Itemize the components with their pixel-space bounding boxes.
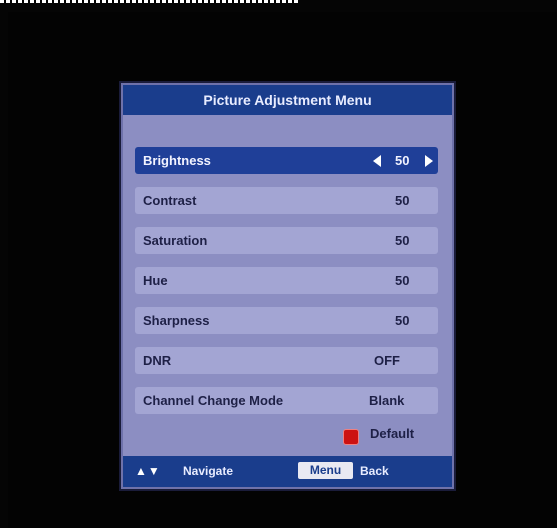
top-strip-dash xyxy=(162,0,166,3)
up-down-arrows-icon: ▲▼ xyxy=(135,464,161,478)
top-strip-dash xyxy=(150,0,154,3)
top-strip-dash xyxy=(36,0,40,3)
top-strip-dash xyxy=(240,0,244,3)
top-strip-dash xyxy=(228,0,232,3)
top-strip-dash xyxy=(270,0,274,3)
dnr-label: DNR xyxy=(143,353,172,368)
top-strip-dash xyxy=(282,0,286,3)
right-arrow-icon[interactable] xyxy=(425,155,433,167)
top-strip-dash xyxy=(78,0,82,3)
tv-screen: Picture Adjustment Menu Brightness 50 Co… xyxy=(8,12,557,528)
top-strip-dash xyxy=(222,0,226,3)
menu-title: Picture Adjustment Menu xyxy=(123,85,452,115)
top-strip-dash xyxy=(234,0,238,3)
default-label: Default xyxy=(370,426,415,441)
top-strip-dash xyxy=(258,0,262,3)
top-strip-dash xyxy=(114,0,118,3)
top-strip-dash xyxy=(96,0,100,3)
top-strip-dash xyxy=(90,0,94,3)
top-strip-dash xyxy=(288,0,292,3)
channel-change-mode-value: Blank xyxy=(369,393,405,408)
top-strip-dash xyxy=(204,0,208,3)
top-strip-dash xyxy=(120,0,124,3)
top-strip-dash xyxy=(60,0,64,3)
top-strip-dash xyxy=(72,0,76,3)
back-label: Back xyxy=(360,464,389,478)
brightness-label: Brightness xyxy=(143,153,211,168)
picture-adjustment-panel: Picture Adjustment Menu Brightness 50 Co… xyxy=(121,83,454,489)
saturation-label: Saturation xyxy=(143,233,208,248)
top-strip-dash xyxy=(102,0,106,3)
saturation-value: 50 xyxy=(395,233,410,248)
navigate-label: Navigate xyxy=(183,464,234,478)
hue-label: Hue xyxy=(143,273,168,288)
top-strip-dash xyxy=(132,0,136,3)
top-strip-dash xyxy=(264,0,268,3)
menu-row-hue[interactable]: Hue 50 xyxy=(135,267,438,294)
menu-row-channel-change-mode[interactable]: Channel Change Mode Blank xyxy=(135,387,438,414)
default-red-button-icon[interactable] xyxy=(343,429,359,445)
top-strip-dash xyxy=(192,0,196,3)
menu-row-dnr[interactable]: DNR OFF xyxy=(135,347,438,374)
channel-change-mode-label: Channel Change Mode xyxy=(143,393,284,408)
menu-footer: ▲▼ Navigate Menu Back xyxy=(123,456,452,487)
sharpness-value: 50 xyxy=(395,313,410,328)
top-strip-dash xyxy=(12,0,16,3)
top-strip-dash xyxy=(24,0,28,3)
contrast-label: Contrast xyxy=(143,193,197,208)
top-strip-dash xyxy=(276,0,280,3)
top-strip-dash xyxy=(180,0,184,3)
top-strip-dash xyxy=(48,0,52,3)
top-strip-dash xyxy=(126,0,130,3)
top-strip-dash xyxy=(186,0,190,3)
top-strip-dash xyxy=(156,0,160,3)
top-strip-dash xyxy=(84,0,88,3)
dnr-value: OFF xyxy=(374,353,400,368)
menu-row-sharpness[interactable]: Sharpness 50 xyxy=(135,307,438,334)
top-strip-dash xyxy=(18,0,22,3)
top-strip-dash xyxy=(138,0,142,3)
top-strip-dash xyxy=(42,0,46,3)
menu-row-brightness[interactable]: Brightness 50 xyxy=(135,147,438,174)
top-strip-dash xyxy=(246,0,250,3)
brightness-value: 50 xyxy=(395,153,410,168)
top-strip-dash xyxy=(108,0,112,3)
contrast-value: 50 xyxy=(395,193,410,208)
top-strip-dash xyxy=(252,0,256,3)
left-arrow-icon[interactable] xyxy=(373,155,381,167)
top-strip-dash xyxy=(66,0,70,3)
top-strip-dash xyxy=(174,0,178,3)
top-strip-dash xyxy=(168,0,172,3)
sharpness-label: Sharpness xyxy=(143,313,210,328)
top-strip-dash xyxy=(0,0,4,3)
top-strip-dash xyxy=(30,0,34,3)
top-strip-dash xyxy=(54,0,58,3)
top-strip-dash xyxy=(216,0,220,3)
top-strip-dash xyxy=(198,0,202,3)
menu-row-contrast[interactable]: Contrast 50 xyxy=(135,187,438,214)
hue-value: 50 xyxy=(395,273,410,288)
menu-row-saturation[interactable]: Saturation 50 xyxy=(135,227,438,254)
top-strip-dash xyxy=(144,0,148,3)
menu-key-button[interactable]: Menu xyxy=(298,462,353,479)
top-edge-strip xyxy=(0,0,557,12)
top-strip-dash xyxy=(6,0,10,3)
top-strip-dash xyxy=(210,0,214,3)
top-strip-dash xyxy=(294,0,298,3)
